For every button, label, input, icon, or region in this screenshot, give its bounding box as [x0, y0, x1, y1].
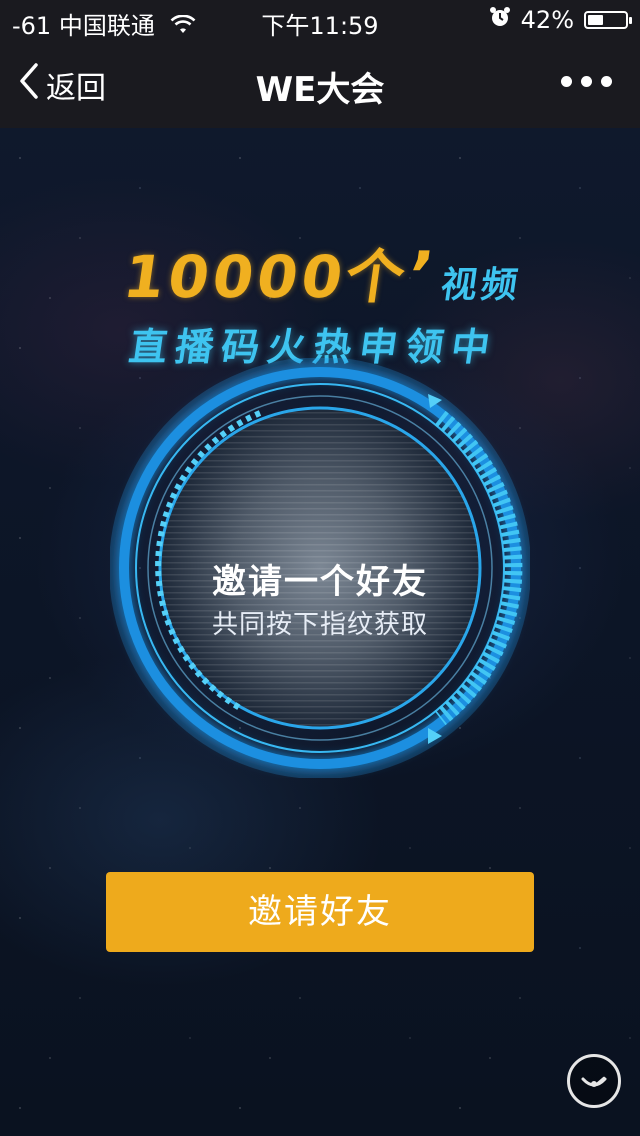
- promo-headline: 10000个’视频 直播码火热申领中: [0, 230, 640, 371]
- battery-icon: [584, 11, 632, 29]
- invite-friend-button[interactable]: 邀请好友: [106, 872, 534, 952]
- headline-number: 10000个: [119, 243, 413, 311]
- fingerprint-ring[interactable]: 邀请一个好友 共同按下指纹获取: [110, 358, 530, 778]
- headline-suffix: 视频: [438, 265, 525, 306]
- circle-subtitle: 共同按下指纹获取: [211, 610, 428, 640]
- page-title: WE大会: [255, 70, 385, 110]
- navigation-bar: 返回 WE大会: [0, 40, 640, 128]
- headline-line-1: 10000个’视频: [0, 230, 640, 314]
- circle-title: 邀请一个好友: [212, 562, 428, 602]
- floating-window-icon[interactable]: [567, 1054, 621, 1108]
- battery-percent: 42%: [520, 6, 574, 34]
- alarm-icon: [489, 6, 511, 34]
- battery-level: [588, 15, 603, 25]
- status-right: 42%: [489, 6, 632, 34]
- more-dots-icon[interactable]: [561, 76, 612, 87]
- status-bar: -61 中国联通 下午11:59 42%: [0, 0, 640, 40]
- page: -61 中国联通 下午11:59 42% 返回 WE大会 10000个’视频 直…: [0, 0, 640, 1136]
